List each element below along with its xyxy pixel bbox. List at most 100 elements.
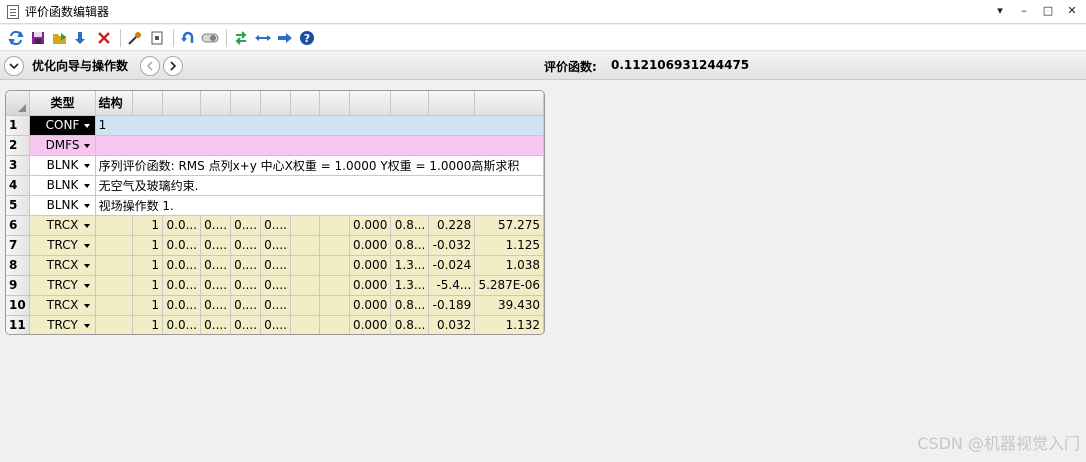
grid-cell[interactable] xyxy=(290,275,321,296)
grid-cell[interactable] xyxy=(95,315,134,334)
row-number[interactable]: 10 xyxy=(6,295,31,316)
grid-cell[interactable]: 0.8... xyxy=(390,295,430,316)
grid-cell[interactable] xyxy=(95,215,134,236)
grid-cell[interactable]: 0.... xyxy=(260,295,291,316)
operand-help-icon[interactable] xyxy=(147,28,167,48)
table-row[interactable]: 3 BLNK 序列评价函数: RMS 点列x+y 中心X权重 = 1.0000 Y权… xyxy=(6,155,544,176)
grid-cell[interactable]: -0.032 xyxy=(428,235,476,256)
table-row[interactable]: 4 BLNK 无空气及玻璃约束. xyxy=(6,175,544,196)
dropdown-icon[interactable]: ▾ xyxy=(994,3,1006,19)
table-row[interactable]: 2 DMFS xyxy=(6,135,544,156)
grid-cell[interactable]: 0.0... xyxy=(162,215,202,236)
comment-cell[interactable]: 无空气及玻璃约束. xyxy=(95,175,544,196)
grid-cell[interactable]: 1.3... xyxy=(390,275,430,296)
grid-cell[interactable] xyxy=(319,295,350,316)
load-icon[interactable] xyxy=(50,28,70,48)
grid-cell[interactable]: 0.0... xyxy=(162,255,202,276)
table-row[interactable]: 7 TRCY 1 0.0... 0.... 0.... 0.... 0.000 0.8... -0… xyxy=(6,235,544,256)
row-number[interactable]: 2 xyxy=(6,135,31,156)
column-header[interactable] xyxy=(349,91,392,116)
operand-type-dropdown[interactable]: TRCY xyxy=(29,235,96,256)
table-row[interactable]: 5 BLNK 视场操作数 1. xyxy=(6,195,544,216)
grid-cell[interactable]: 0.... xyxy=(200,215,232,236)
undo-icon[interactable] xyxy=(178,28,198,48)
grid-cell[interactable]: -0.189 xyxy=(428,295,476,316)
grid-cell[interactable]: 0.8... xyxy=(390,235,430,256)
operand-type-dropdown[interactable]: TRCX xyxy=(29,215,96,236)
grid-cell[interactable] xyxy=(95,275,134,296)
grid-cell[interactable]: 57.275 xyxy=(474,215,544,236)
row-number[interactable]: 3 xyxy=(6,155,31,176)
collapse-button[interactable] xyxy=(4,55,24,76)
forward-arrow-icon[interactable] xyxy=(275,28,295,48)
grid-cell[interactable]: 0.000 xyxy=(349,275,392,296)
grid-cell[interactable]: 0.000 xyxy=(349,215,392,236)
row-number[interactable]: 7 xyxy=(6,235,31,256)
column-header[interactable] xyxy=(428,91,476,116)
row-number[interactable]: 5 xyxy=(6,195,31,216)
operand-type-dropdown[interactable]: BLNK xyxy=(29,155,96,176)
grid-cell[interactable]: 0.... xyxy=(260,235,291,256)
operand-type-dropdown[interactable]: TRCY xyxy=(29,275,96,296)
grid-cell[interactable]: 0.000 xyxy=(349,295,392,316)
grid-cell[interactable]: 0.... xyxy=(260,275,291,296)
operand-type-dropdown[interactable]: BLNK xyxy=(29,195,96,216)
table-row[interactable]: 6 TRCX 1 0.0... 0.... 0.... 0.... 0.000 0.8... 0.… xyxy=(6,215,544,236)
refresh-icon[interactable] xyxy=(6,28,26,48)
column-header-structure[interactable]: 结构 xyxy=(95,91,134,116)
grid-cell[interactable] xyxy=(319,255,350,276)
grid-cell[interactable] xyxy=(290,295,321,316)
row-number[interactable]: 8 xyxy=(6,255,31,276)
grid-corner[interactable] xyxy=(6,91,31,116)
column-header[interactable] xyxy=(162,91,202,116)
grid-cell[interactable] xyxy=(290,255,321,276)
grid-cell[interactable]: 0.... xyxy=(230,255,262,276)
grid-cell[interactable]: 0.... xyxy=(200,255,232,276)
grid-cell[interactable]: -0.024 xyxy=(428,255,476,276)
comment-cell[interactable]: 1 xyxy=(95,115,544,136)
grid-cell[interactable]: 1 xyxy=(132,235,164,256)
comment-cell[interactable] xyxy=(95,135,544,156)
delete-icon[interactable] xyxy=(94,28,114,48)
grid-cell[interactable]: 0.... xyxy=(230,235,262,256)
table-row[interactable]: 9 TRCY 1 0.0... 0.... 0.... 0.... 0.000 1.3... -5… xyxy=(6,275,544,296)
previous-button[interactable] xyxy=(140,55,160,76)
grid-cell[interactable]: 0.0... xyxy=(162,295,202,316)
sync-icon[interactable] xyxy=(231,28,251,48)
grid-cell[interactable]: 1 xyxy=(132,275,164,296)
column-header[interactable] xyxy=(390,91,430,116)
grid-cell[interactable]: 0.... xyxy=(200,295,232,316)
row-number[interactable]: 6 xyxy=(6,215,31,236)
minimize-icon[interactable]: – xyxy=(1018,3,1030,19)
maximize-icon[interactable]: □ xyxy=(1042,3,1054,19)
toggle-icon[interactable] xyxy=(200,28,220,48)
grid-cell[interactable]: 0.... xyxy=(200,235,232,256)
grid-cell[interactable]: 0.... xyxy=(230,215,262,236)
column-header[interactable] xyxy=(260,91,291,116)
row-number[interactable]: 4 xyxy=(6,175,31,196)
grid-cell[interactable]: 0.000 xyxy=(349,315,392,334)
column-header[interactable] xyxy=(474,91,544,116)
grid-cell[interactable]: 0.228 xyxy=(428,215,476,236)
grid-cell[interactable] xyxy=(319,215,350,236)
grid-cell[interactable]: 0.032 xyxy=(428,315,476,334)
row-number[interactable]: 9 xyxy=(6,275,31,296)
table-row[interactable]: 1 CONF 1 xyxy=(6,115,544,136)
table-row[interactable]: 8 TRCX 1 0.0... 0.... 0.... 0.... 0.000 1.3... -0… xyxy=(6,255,544,276)
grid-cell[interactable] xyxy=(95,235,134,256)
comment-cell[interactable]: 视场操作数 1. xyxy=(95,195,544,216)
grid-cell[interactable]: 0.000 xyxy=(349,235,392,256)
grid-cell[interactable]: 39.430 xyxy=(474,295,544,316)
grid-cell[interactable]: 0.... xyxy=(230,295,262,316)
next-button[interactable] xyxy=(163,55,183,76)
grid-cell[interactable]: 0.... xyxy=(260,255,291,276)
column-header[interactable] xyxy=(319,91,350,116)
column-header[interactable] xyxy=(200,91,232,116)
grid-cell[interactable]: 0.... xyxy=(260,215,291,236)
column-header[interactable] xyxy=(290,91,321,116)
grid-cell[interactable]: -5.4... xyxy=(428,275,476,296)
grid-cell[interactable]: 0.0... xyxy=(162,275,202,296)
grid-cell[interactable]: 1 xyxy=(132,215,164,236)
operand-type-dropdown[interactable]: TRCX xyxy=(29,295,96,316)
grid-cell[interactable]: 0.0... xyxy=(162,235,202,256)
